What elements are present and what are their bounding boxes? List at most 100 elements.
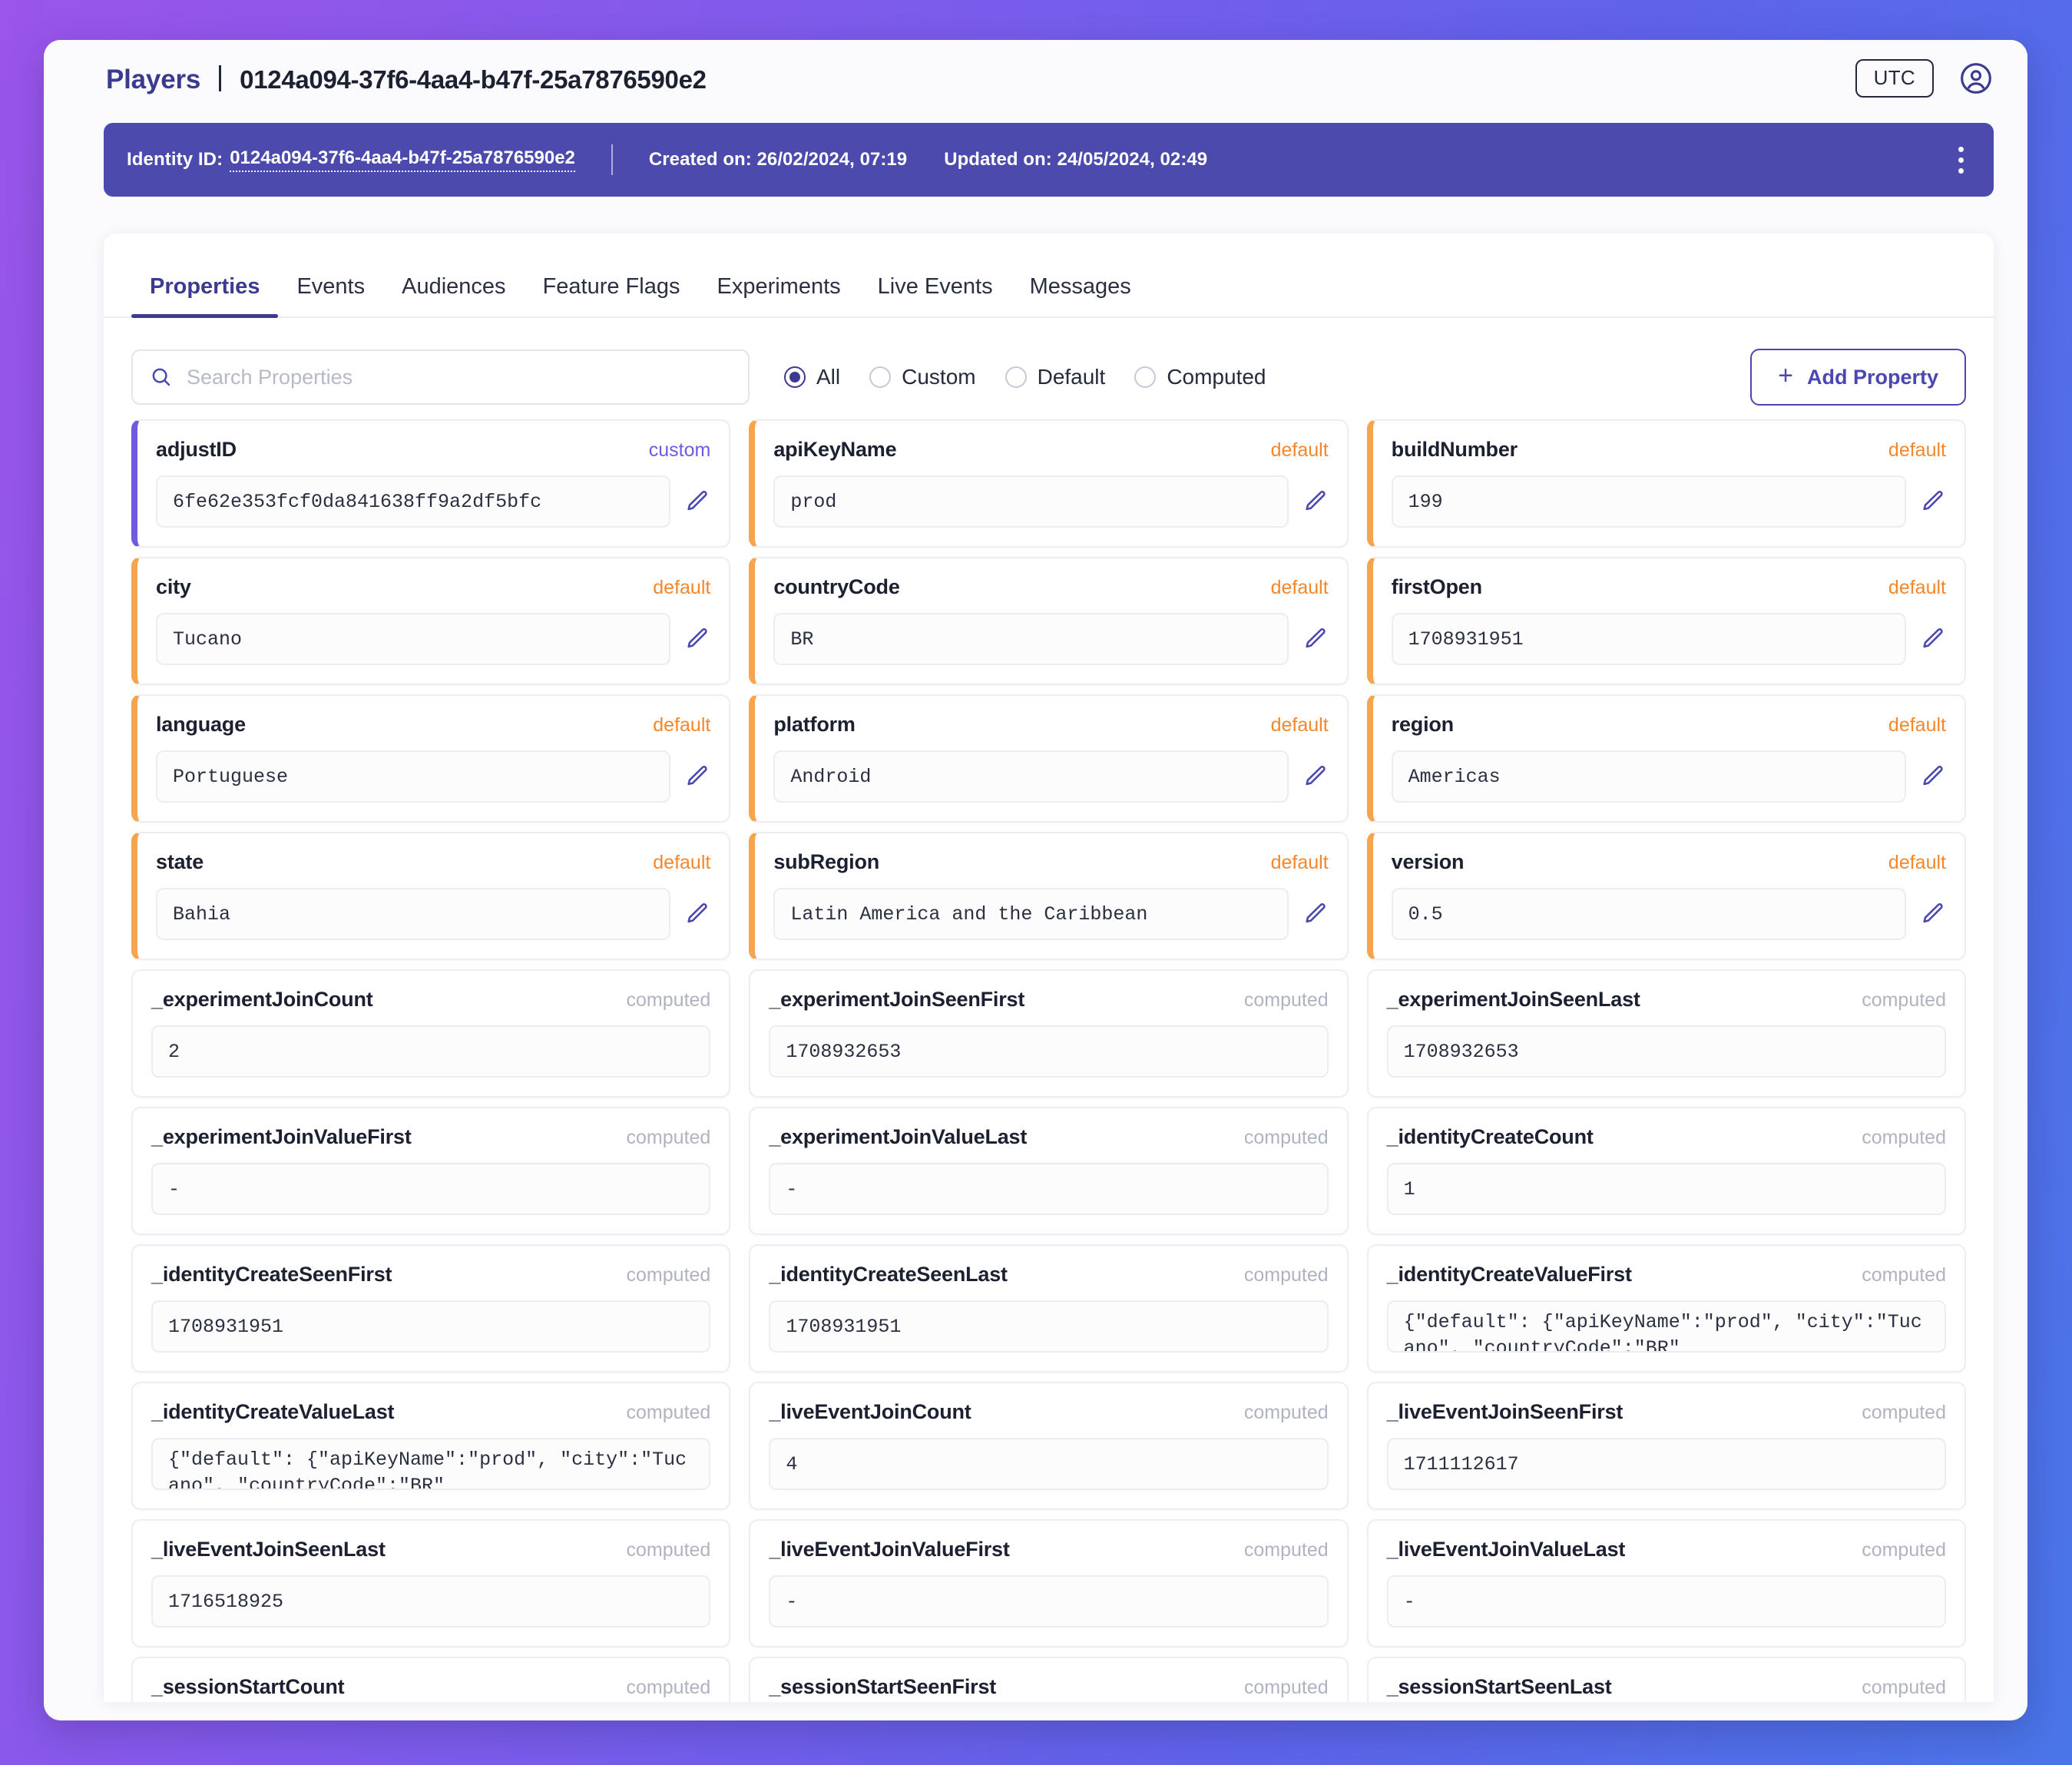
property-kind-badge: computed bbox=[1243, 1264, 1329, 1286]
property-card-header: _experimentJoinSeenFirst computed bbox=[769, 988, 1328, 1012]
property-name: _liveEventJoinValueFirst bbox=[769, 1538, 1010, 1561]
property-value[interactable]: 199 bbox=[1391, 475, 1906, 528]
property-name: buildNumber bbox=[1391, 438, 1518, 461]
property-value[interactable]: 6fe62e353fcf0da841638ff9a2df5bfc bbox=[156, 475, 671, 528]
property-value: {"default": {"apiKeyName":"prod", "city"… bbox=[151, 1438, 711, 1490]
property-value: 1708931951 bbox=[769, 1300, 1329, 1353]
property-value-row: Americas bbox=[1391, 750, 1946, 803]
search-input[interactable] bbox=[187, 365, 731, 389]
radio-indicator bbox=[1134, 366, 1157, 388]
property-value[interactable]: 0.5 bbox=[1391, 888, 1906, 940]
property-value: 4 bbox=[769, 1438, 1329, 1490]
account-circle-icon[interactable] bbox=[1959, 61, 1993, 95]
property-card: _liveEventJoinSeenLast computed 1716518925 bbox=[131, 1519, 731, 1647]
add-property-button[interactable]: + Add Property bbox=[1750, 349, 1966, 406]
property-value[interactable]: Americas bbox=[1391, 750, 1906, 803]
edit-pencil-icon[interactable] bbox=[1920, 626, 1946, 652]
property-card-header: _sessionStartSeenLast computed bbox=[1387, 1675, 1946, 1699]
identity-id-label: Identity ID: bbox=[127, 149, 223, 170]
edit-pencil-icon[interactable] bbox=[1302, 488, 1329, 515]
edit-pencil-icon[interactable] bbox=[684, 488, 710, 515]
property-card: _sessionStartCountcomputed12 bbox=[131, 1657, 731, 1702]
property-card: city default Tucano bbox=[131, 557, 731, 685]
property-card-header: _experimentJoinCount computed bbox=[151, 988, 710, 1012]
property-value-row: Bahia bbox=[156, 888, 710, 940]
property-name: version bbox=[1391, 850, 1465, 873]
property-kind-badge: computed bbox=[1243, 1402, 1329, 1423]
property-card-header: apiKeyName default bbox=[773, 438, 1328, 462]
property-value-row: - bbox=[769, 1163, 1329, 1215]
property-kind-badge: default bbox=[653, 714, 711, 736]
edit-pencil-icon[interactable] bbox=[1302, 901, 1329, 927]
property-value-row: Tucano bbox=[156, 613, 710, 665]
filter-radio-all[interactable]: All bbox=[784, 365, 840, 389]
property-kind-badge: default bbox=[1270, 852, 1329, 873]
tab-properties[interactable]: Properties bbox=[131, 274, 279, 318]
property-card-header: _experimentJoinValueLast computed bbox=[769, 1125, 1328, 1149]
filter-radio-computed[interactable]: Computed bbox=[1134, 365, 1266, 389]
property-value[interactable]: 1708931951 bbox=[1391, 613, 1906, 665]
property-name: platform bbox=[773, 713, 856, 736]
property-value-row: 1708931951 bbox=[1391, 613, 1946, 665]
property-value[interactable]: BR bbox=[773, 613, 1289, 665]
property-kind-badge: default bbox=[1888, 439, 1946, 461]
property-card-header: city default bbox=[156, 575, 710, 599]
search-properties-box[interactable] bbox=[131, 349, 750, 405]
more-options-icon[interactable] bbox=[1948, 140, 1974, 180]
property-kind-badge: computed bbox=[1243, 1127, 1329, 1148]
edit-pencil-icon[interactable] bbox=[1920, 488, 1946, 515]
tab-events[interactable]: Events bbox=[278, 274, 383, 316]
property-name: _experimentJoinSeenFirst bbox=[769, 988, 1025, 1011]
property-name: _identityCreateCount bbox=[1386, 1125, 1594, 1148]
property-value[interactable]: Tucano bbox=[156, 613, 671, 665]
property-card-header: subRegion default bbox=[773, 850, 1328, 874]
property-value-row: 199 bbox=[1391, 475, 1946, 528]
property-value[interactable]: Android bbox=[773, 750, 1289, 803]
property-name: _liveEventJoinCount bbox=[769, 1400, 971, 1423]
edit-pencil-icon[interactable] bbox=[1302, 763, 1329, 790]
property-kind-badge: computed bbox=[626, 1264, 711, 1286]
tab-messages[interactable]: Messages bbox=[1011, 274, 1150, 316]
tab-bar: Properties Events Audiences Feature Flags Ex… bbox=[104, 233, 1994, 318]
identity-id-value[interactable]: 0124a094-37f6-4aa4-b47f-25a7876590e2 bbox=[230, 147, 575, 172]
property-card: version default 0.5 bbox=[1366, 832, 1966, 960]
edit-pencil-icon[interactable] bbox=[684, 901, 710, 927]
edit-pencil-icon[interactable] bbox=[1302, 626, 1329, 652]
edit-pencil-icon[interactable] bbox=[684, 626, 710, 652]
filter-radio-custom[interactable]: Custom bbox=[869, 365, 976, 389]
timezone-button[interactable]: UTC bbox=[1855, 58, 1934, 98]
property-value-row: {"default": {"apiKeyName":"prod", "city"… bbox=[151, 1438, 711, 1490]
app-window: Players 0124a094-37f6-4aa4-b47f-25a78765… bbox=[44, 40, 2027, 1720]
filter-radio-default[interactable]: Default bbox=[1005, 365, 1105, 389]
property-value[interactable]: Bahia bbox=[156, 888, 671, 940]
radio-indicator bbox=[1005, 366, 1027, 388]
property-value: 1708932653 bbox=[1386, 1025, 1946, 1078]
property-kind-badge: computed bbox=[1862, 1539, 1946, 1561]
property-value: - bbox=[1386, 1575, 1946, 1628]
property-card-header: _experimentJoinSeenLast computed bbox=[1387, 988, 1946, 1012]
property-kind-badge: computed bbox=[1862, 1402, 1946, 1423]
property-value[interactable]: prod bbox=[773, 475, 1289, 528]
property-name: state bbox=[156, 850, 204, 873]
tab-feature-flags[interactable]: Feature Flags bbox=[525, 274, 699, 316]
edit-pencil-icon[interactable] bbox=[684, 763, 710, 790]
edit-pencil-icon[interactable] bbox=[1920, 901, 1946, 927]
property-card-header: _liveEventJoinSeenLast computed bbox=[151, 1538, 710, 1561]
property-name: _sessionStartCount bbox=[151, 1675, 345, 1698]
tab-audiences[interactable]: Audiences bbox=[383, 274, 524, 316]
property-name: countryCode bbox=[773, 575, 900, 598]
property-value[interactable]: Latin America and the Caribbean bbox=[773, 888, 1289, 940]
tab-experiments[interactable]: Experiments bbox=[698, 274, 859, 316]
property-kind-badge: default bbox=[1270, 439, 1329, 461]
tab-live-events[interactable]: Live Events bbox=[859, 274, 1011, 316]
property-card-header: _liveEventJoinSeenFirst computed bbox=[1387, 1400, 1946, 1424]
filter-radio-label: All bbox=[816, 365, 841, 389]
property-name: _experimentJoinValueFirst bbox=[151, 1125, 412, 1148]
property-card-header: _identityCreateSeenFirst computed bbox=[151, 1263, 710, 1286]
breadcrumb-players[interactable]: Players bbox=[106, 65, 200, 95]
property-value-row: Latin America and the Caribbean bbox=[773, 888, 1328, 940]
property-card: _identityCreateSeenLast computed 170893195… bbox=[749, 1244, 1349, 1373]
property-value[interactable]: Portuguese bbox=[156, 750, 671, 803]
property-value-row: 1708931951 bbox=[769, 1300, 1329, 1353]
edit-pencil-icon[interactable] bbox=[1920, 763, 1946, 790]
